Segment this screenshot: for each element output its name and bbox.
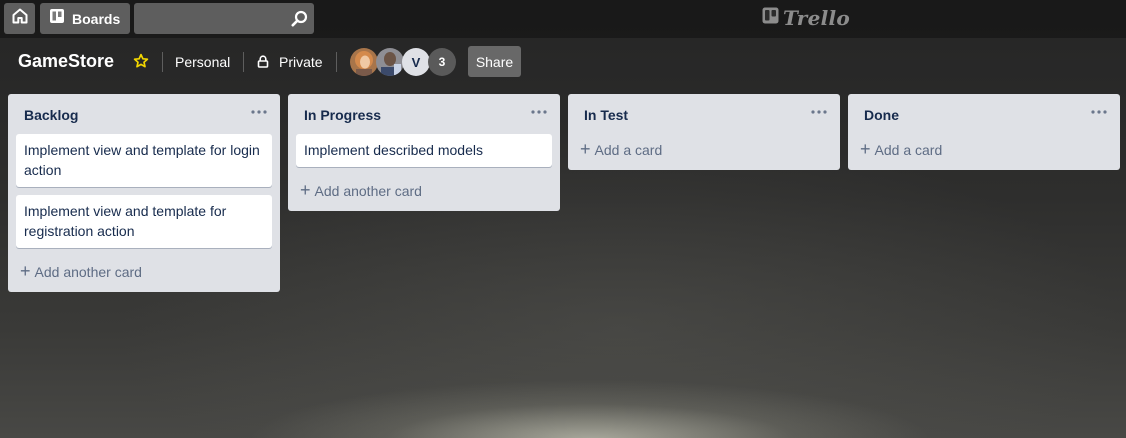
boards-button[interactable]: Boards	[40, 3, 130, 34]
boards-label: Boards	[72, 10, 121, 27]
card[interactable]: Implement view and template for registra…	[16, 195, 272, 248]
list-title[interactable]: Backlog	[24, 107, 78, 123]
lock-icon	[257, 55, 269, 73]
list-menu-icon[interactable]	[528, 104, 550, 120]
list-menu-icon[interactable]	[248, 104, 270, 120]
list-header: Backlog	[8, 94, 280, 134]
card[interactable]: Implement described models	[296, 134, 552, 167]
more-members-count[interactable]: 3	[428, 48, 456, 76]
add-card-label: Add another card	[34, 264, 142, 280]
list-title[interactable]: Done	[864, 107, 899, 123]
member-avatar-initial[interactable]: V	[402, 48, 430, 76]
list-in-progress: In Progress Implement described models +…	[288, 94, 560, 211]
plus-icon: +	[20, 261, 31, 281]
list-header: In Test	[568, 94, 840, 134]
member-avatar-2[interactable]	[376, 48, 404, 76]
visibility-button[interactable]: Private	[279, 54, 323, 70]
add-card-button[interactable]: + Add another card	[16, 256, 272, 288]
search-box[interactable]	[134, 3, 314, 34]
home-icon	[12, 8, 28, 29]
search-icon[interactable]	[291, 10, 308, 32]
member-avatar-1[interactable]	[350, 48, 378, 76]
board-title[interactable]: GameStore	[18, 51, 114, 72]
trello-logo-icon	[762, 7, 779, 29]
add-card-label: Add a card	[874, 142, 943, 158]
list-backlog: Backlog Implement view and template for …	[8, 94, 280, 292]
header-divider	[243, 52, 244, 72]
list-menu-icon[interactable]	[1088, 104, 1110, 120]
top-bar: Boards Trello	[0, 0, 1126, 38]
board-header: GameStore Personal Private V 3 Share	[0, 38, 1126, 86]
plus-icon: +	[860, 139, 871, 159]
plus-icon: +	[300, 180, 311, 200]
star-icon	[133, 53, 149, 73]
team-button[interactable]: Personal	[175, 54, 230, 70]
header-divider	[336, 52, 337, 72]
search-input[interactable]	[134, 3, 314, 34]
list-title[interactable]: In Test	[584, 107, 628, 123]
star-button[interactable]	[133, 53, 151, 71]
list-header: In Progress	[288, 94, 560, 134]
list-in-test: In Test + Add a card	[568, 94, 840, 170]
trello-logo[interactable]: Trello	[762, 6, 850, 30]
plus-icon: +	[580, 139, 591, 159]
boards-icon	[49, 8, 65, 29]
add-card-button[interactable]: + Add a card	[856, 134, 1112, 166]
card[interactable]: Implement view and template for login ac…	[16, 134, 272, 187]
add-card-label: Add a card	[594, 142, 663, 158]
list-done: Done + Add a card	[848, 94, 1120, 170]
home-button[interactable]	[4, 3, 35, 34]
list-header: Done	[848, 94, 1120, 134]
list-title[interactable]: In Progress	[304, 107, 381, 123]
add-card-button[interactable]: + Add a card	[576, 134, 832, 166]
header-divider	[162, 52, 163, 72]
share-button[interactable]: Share	[468, 46, 521, 77]
add-card-button[interactable]: + Add another card	[296, 175, 552, 207]
list-menu-icon[interactable]	[808, 104, 830, 120]
trello-logo-text: Trello	[783, 6, 851, 30]
add-card-label: Add another card	[314, 183, 422, 199]
